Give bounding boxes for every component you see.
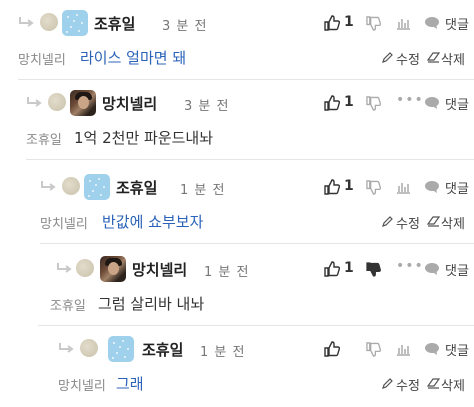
comment-text: 그럼 살리바 내놔	[98, 295, 205, 313]
level-badge-icon	[48, 93, 66, 111]
level-badge-icon	[62, 177, 80, 195]
comment-time: 1 분 전	[180, 183, 226, 198]
like-button[interactable]: 1	[324, 177, 358, 197]
comment-author[interactable]: 망치넬리	[132, 259, 187, 280]
mention-tag[interactable]: 조휴일	[26, 129, 62, 148]
reply-arrow-icon	[59, 343, 74, 353]
speech-bubble-icon	[425, 181, 439, 193]
mention-tag[interactable]: 망치넬리	[58, 375, 106, 394]
level-badge-icon	[40, 13, 58, 31]
reply-arrow-icon	[57, 263, 72, 273]
thumbs-up-icon	[324, 95, 340, 111]
reply-button[interactable]: 댓글	[424, 93, 474, 113]
reply-arrow-icon	[27, 97, 42, 107]
like-count: 1	[344, 94, 354, 110]
thumbs-down-icon[interactable]	[366, 180, 381, 195]
eraser-icon	[427, 378, 440, 389]
comment-time: 3 분 전	[162, 19, 208, 34]
avatar[interactable]	[62, 10, 88, 36]
reply-button[interactable]: 댓글	[424, 339, 474, 359]
divider	[26, 159, 474, 160]
comment-author[interactable]: 조휴일	[94, 13, 135, 34]
reply-arrow-icon	[41, 181, 56, 191]
speech-bubble-icon	[425, 343, 439, 355]
avatar[interactable]	[100, 256, 126, 282]
comment-author[interactable]: 조휴일	[116, 177, 157, 198]
comment-text: 라이스 얼마면 돼	[80, 49, 187, 67]
comment-item: 조휴일 3 분 전 1 댓글 망치넬리 라이스 얼마면 돼 수정 삭제	[18, 0, 474, 80]
thumbs-down-icon[interactable]	[366, 96, 381, 111]
speech-bubble-icon	[425, 17, 439, 29]
comment-author[interactable]: 망치넬리	[102, 93, 157, 114]
thumbs-down-icon[interactable]	[366, 16, 381, 31]
like-count: 1	[344, 260, 354, 276]
comment-time: 1 분 전	[204, 265, 250, 280]
pencil-icon	[382, 52, 393, 63]
thumbs-up-icon	[324, 179, 340, 195]
comment-item: 망치넬리 1 분 전 1 ••• 댓글 조휴일 그럼 살리바 내놔	[30, 246, 474, 326]
divider	[40, 243, 474, 244]
level-badge-icon	[80, 339, 98, 357]
mention-tag[interactable]: 조휴일	[50, 295, 86, 314]
comment-text: 반값에 쇼부보자	[102, 213, 204, 231]
comment-item: 조휴일 1 분 전 1 댓글 망치넬리 반값에 쇼부보자 수정 삭제	[40, 164, 474, 244]
stats-bar-icon[interactable]	[396, 180, 411, 194]
more-dots-icon[interactable]: •••	[396, 92, 424, 108]
speech-bubble-icon	[425, 263, 439, 275]
comment-text: 1억 2천만 파운드내놔	[74, 129, 214, 147]
like-button[interactable]	[324, 339, 358, 359]
like-button[interactable]: 1	[324, 93, 358, 113]
comment-time: 3 분 전	[184, 99, 230, 114]
thumbs-up-icon	[324, 341, 340, 357]
eraser-icon	[427, 216, 440, 227]
like-count: 1	[344, 14, 354, 30]
comment-author[interactable]: 조휴일	[142, 339, 183, 360]
avatar[interactable]	[70, 90, 96, 116]
reply-arrow-icon	[19, 17, 34, 27]
comment-item: 조휴일 1 분 전 댓글 망치넬리 그래 수정 삭제	[58, 326, 474, 406]
pencil-icon	[382, 216, 393, 227]
like-button[interactable]: 1	[324, 259, 358, 279]
more-dots-icon[interactable]: •••	[396, 258, 424, 274]
thumbs-down-icon[interactable]	[366, 342, 381, 357]
comment-item: 망치넬리 3 분 전 1 ••• 댓글 조휴일 1억 2천만 파운드내놔	[26, 80, 474, 160]
level-badge-icon	[76, 259, 94, 277]
speech-bubble-icon	[425, 97, 439, 109]
thumbs-down-icon[interactable]	[366, 262, 381, 277]
pencil-icon	[382, 378, 393, 389]
comment-time: 1 분 전	[200, 345, 246, 360]
reply-button[interactable]: 댓글	[424, 177, 474, 197]
mention-tag[interactable]: 망치넬리	[40, 213, 88, 232]
like-count: 1	[344, 178, 354, 194]
thumbs-up-icon	[324, 261, 340, 277]
stats-bar-icon[interactable]	[396, 16, 411, 30]
mention-tag[interactable]: 망치넬리	[18, 49, 66, 68]
comment-text: 그래	[116, 375, 144, 393]
reply-button[interactable]: 댓글	[424, 13, 474, 33]
avatar[interactable]	[84, 174, 110, 200]
stats-bar-icon[interactable]	[396, 342, 411, 356]
thumbs-up-icon	[324, 15, 340, 31]
reply-button[interactable]: 댓글	[424, 259, 474, 279]
eraser-icon	[427, 52, 440, 63]
like-button[interactable]: 1	[324, 13, 358, 33]
avatar[interactable]	[108, 336, 134, 362]
